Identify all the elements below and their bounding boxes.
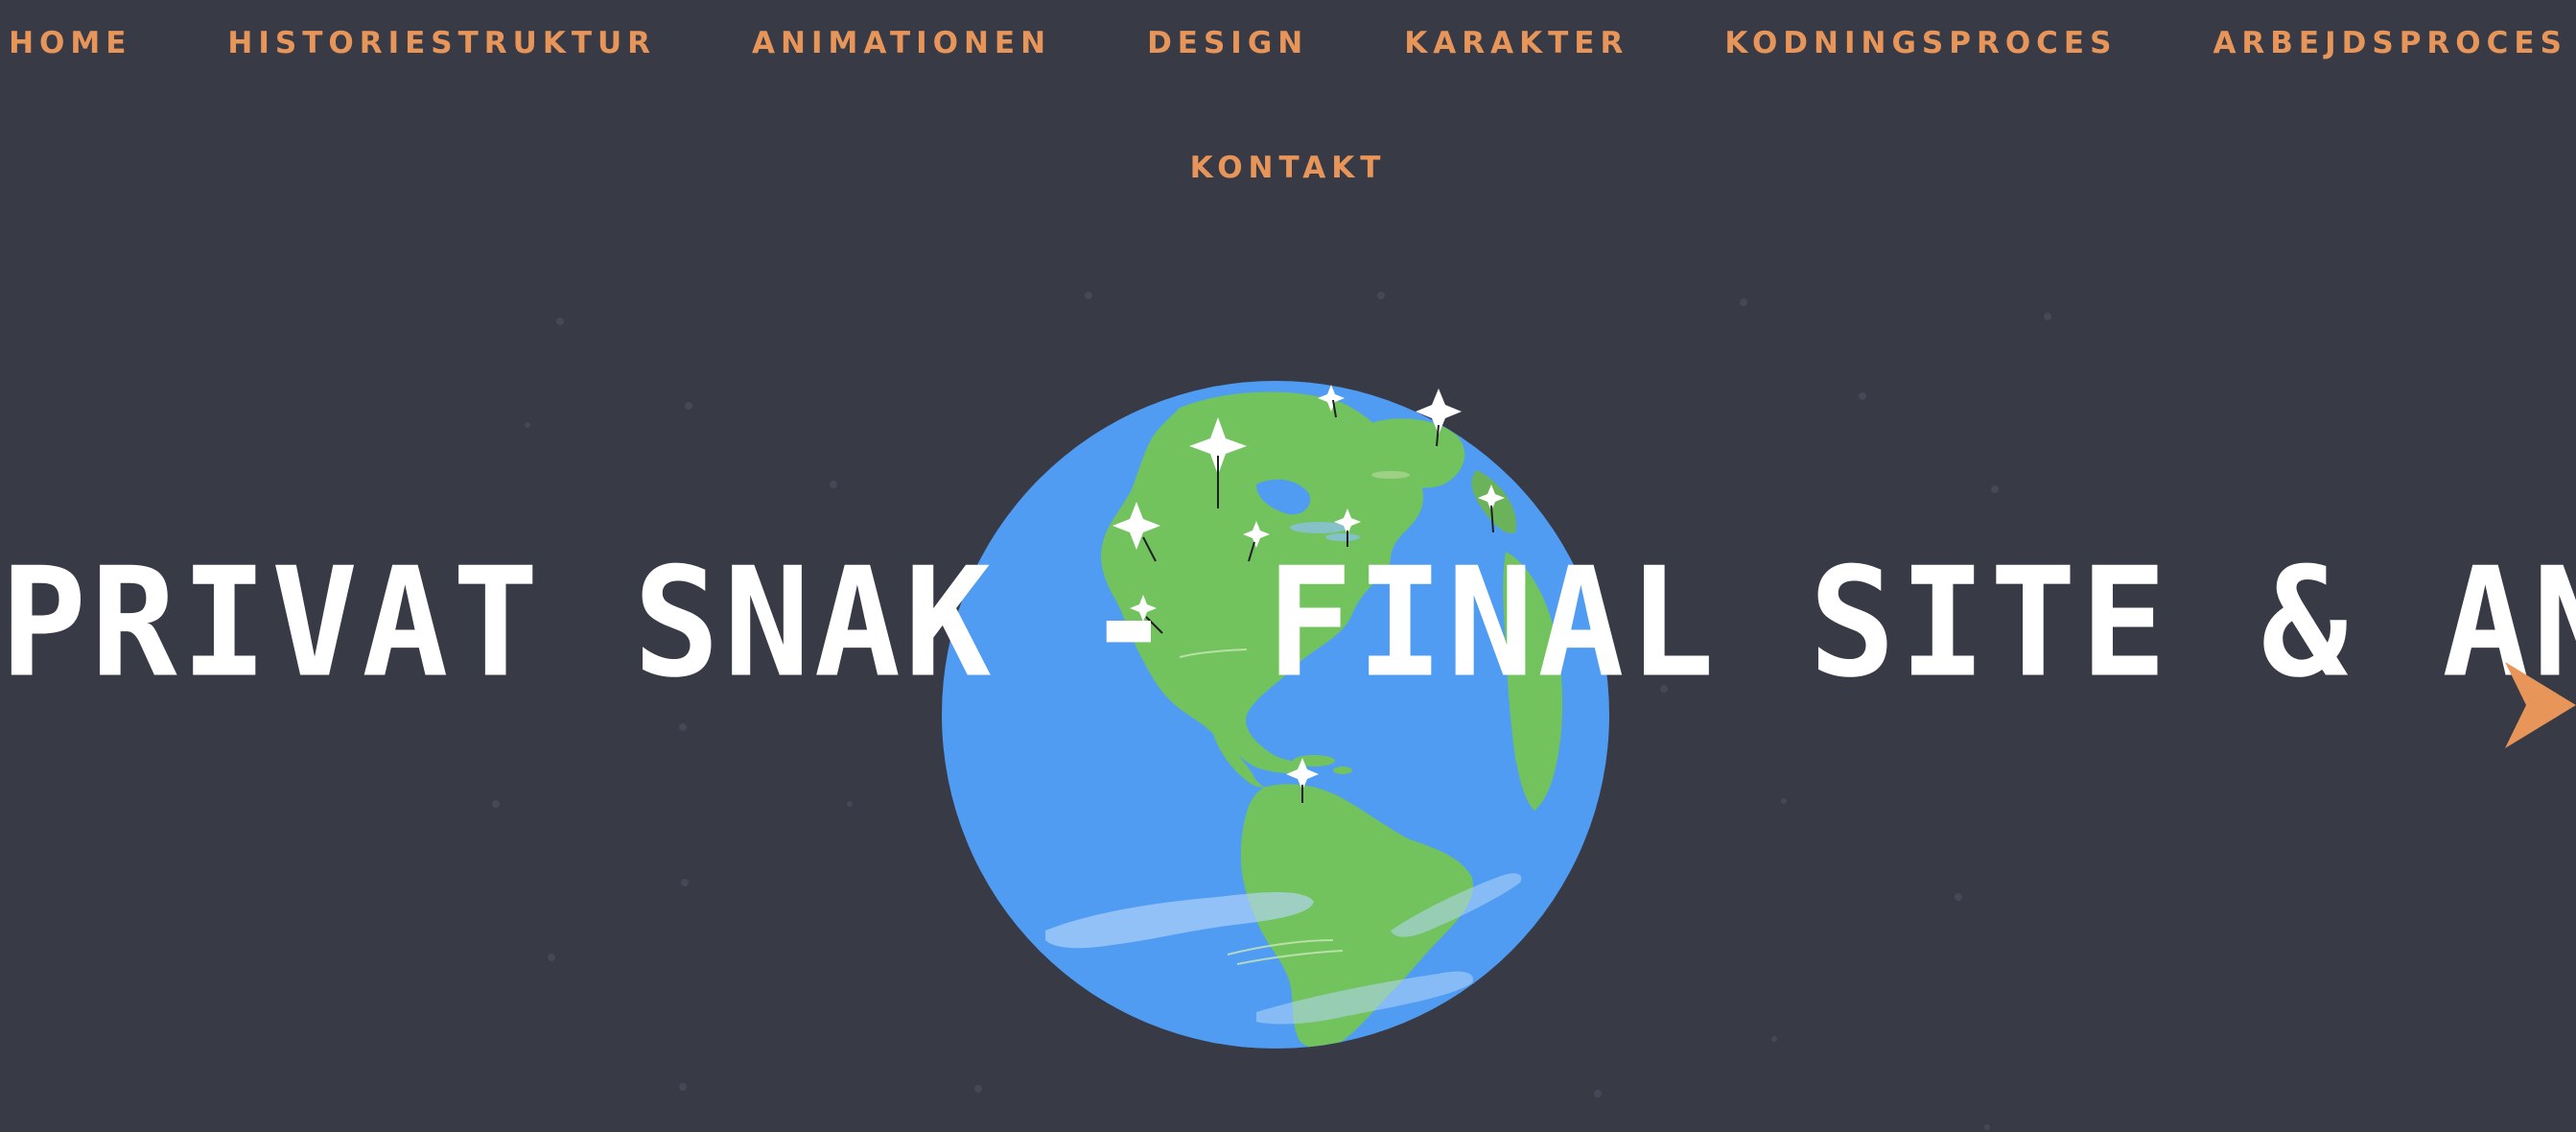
nav-row-secondary: KONTAKT (0, 125, 2576, 211)
nav-item-kodningsproces[interactable]: KODNINGSPROCES (1724, 26, 2117, 60)
nav-item-home[interactable]: HOME (9, 26, 131, 60)
nav-item-animationen[interactable]: ANIMATIONEN (752, 26, 1051, 60)
nav-item-kontakt[interactable]: KONTAKT (1190, 151, 1387, 185)
arrow-right-icon[interactable] (2505, 662, 2576, 748)
nav-item-design[interactable]: DESIGN (1147, 26, 1308, 60)
nav-item-historiestruktur[interactable]: HISTORIESTRUKTUR (227, 26, 656, 60)
nav-row-primary: HOME HISTORIESTRUKTUR ANIMATIONEN DESIGN… (0, 0, 2576, 86)
nav-item-arbejdsproces[interactable]: ARBEJDSPROCES (2213, 26, 2566, 60)
earth-illustration (942, 381, 1609, 1049)
page-title: PRIVAT SNAK - FINAL SITE & ANIMATION (0, 535, 2576, 712)
nav-item-karakter[interactable]: KARAKTER (1404, 26, 1628, 60)
main-navigation: HOME HISTORIESTRUKTUR ANIMATIONEN DESIGN… (0, 0, 2576, 211)
page: HOME HISTORIESTRUKTUR ANIMATIONEN DESIGN… (0, 0, 2576, 1132)
